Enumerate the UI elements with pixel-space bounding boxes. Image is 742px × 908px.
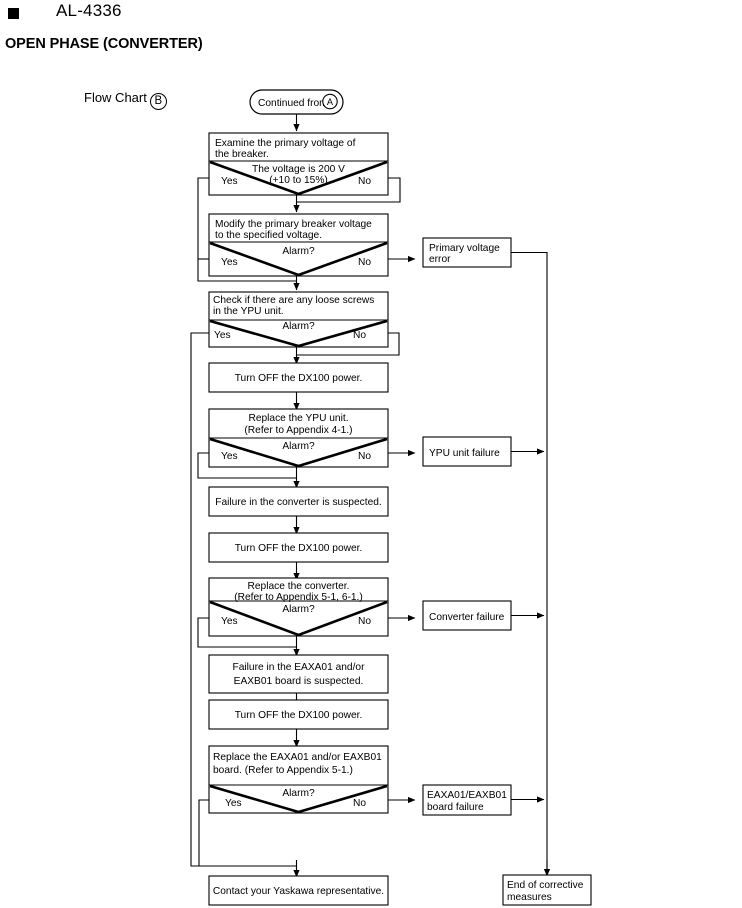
node-5-text-line-1: Replace the YPU unit. xyxy=(248,413,348,424)
end-of-corrective-measures: End of corrective measures xyxy=(502,874,592,906)
node-5-condition: Alarm? xyxy=(282,441,315,452)
result-2-text: YPU unit failure xyxy=(429,448,500,459)
node-9-text-line-1: Failure in the EAXA01 and/or xyxy=(233,662,366,673)
node-4-text: Turn OFF the DX100 power. xyxy=(235,373,363,384)
result-primary-voltage-error: Primary voltage error xyxy=(422,237,512,268)
node-9-text-line-2: EAXB01 board is suspected. xyxy=(234,676,364,687)
node-turn-off-power-2: Turn OFF the DX100 power. xyxy=(208,532,389,563)
node-turn-off-power-1: Turn OFF the DX100 power. xyxy=(208,362,389,393)
node-8-yes-label: Yes xyxy=(221,616,238,627)
node-11-condition: Alarm? xyxy=(282,788,315,799)
node-11-text-line-2: board. (Refer to Appendix 5-1.) xyxy=(213,765,353,776)
node-3-yes-label: Yes xyxy=(214,330,231,341)
node-3-condition: Alarm? xyxy=(282,321,315,332)
node-7-text: Turn OFF the DX100 power. xyxy=(235,543,363,554)
result-converter-failure: Converter failure xyxy=(422,600,512,631)
node-11-no-label: No xyxy=(353,798,366,809)
node-5-yes-label: Yes xyxy=(221,451,238,462)
result-1-line-1: Primary voltage xyxy=(429,243,500,254)
node-1-condition-line-1: The voltage is 200 V xyxy=(252,164,345,175)
node-8-no-label: No xyxy=(358,616,371,627)
node-12-text: Contact your Yaskawa representative. xyxy=(213,886,384,897)
node-1-text-line-2: the breaker. xyxy=(215,149,269,160)
flowchart-canvas: Continued from A Examine the primary vol… xyxy=(190,89,592,906)
node-8-text-line-2: (Refer to Appendix 5-1, 6-1.) xyxy=(234,592,363,603)
node-board-failure-suspected: Failure in the EAXA01 and/or EAXB01 boar… xyxy=(208,654,389,694)
node-2-text-line-1: Modify the primary breaker voltage xyxy=(215,219,372,230)
result-3-text: Converter failure xyxy=(429,612,505,623)
node-examine-primary-voltage: Examine the primary voltage of the break… xyxy=(208,132,389,196)
node-5-no-label: No xyxy=(358,451,371,462)
node-modify-breaker-voltage: Modify the primary breaker voltage to th… xyxy=(208,213,389,277)
node-1-text-line-1: Examine the primary voltage of xyxy=(215,138,356,149)
node-1-yes-label: Yes xyxy=(221,176,238,187)
node-10-text: Turn OFF the DX100 power. xyxy=(235,710,363,721)
node-6-text: Failure in the converter is suspected. xyxy=(215,497,381,508)
node-contact-representative: Contact your Yaskawa representative. xyxy=(208,875,389,906)
node-3-no-label: No xyxy=(353,330,366,341)
node-8-condition: Alarm? xyxy=(282,604,315,615)
connector-result-bus xyxy=(511,251,548,872)
node-converter-failure-suspected: Failure in the converter is suspected. xyxy=(208,486,389,517)
result-4-line-1: EAXA01/EAXB01 xyxy=(427,790,507,801)
end-line-2: measures xyxy=(507,892,552,903)
node-replace-converter: Replace the converter. (Refer to Appendi… xyxy=(208,577,389,637)
node-1-no-label: No xyxy=(358,176,371,187)
node-replace-ypu-unit: Replace the YPU unit. (Refer to Appendix… xyxy=(208,408,389,468)
node-11-yes-label: Yes xyxy=(225,798,242,809)
node-11-text-line-1: Replace the EAXA01 and/or EAXB01 xyxy=(213,752,382,763)
node-2-no-label: No xyxy=(358,257,371,268)
node-turn-off-power-3: Turn OFF the DX100 power. xyxy=(208,699,389,730)
node-3-text-line-1: Check if there are any loose screws xyxy=(213,295,374,306)
node-3-text-line-2: in the YPU unit. xyxy=(213,306,284,317)
result-ypu-unit-failure: YPU unit failure xyxy=(422,436,512,467)
node-check-loose-screws: Check if there are any loose screws in t… xyxy=(208,291,389,348)
node-2-condition: Alarm? xyxy=(282,246,315,257)
node-5-text-line-2: (Refer to Appendix 4-1.) xyxy=(244,425,352,436)
result-1-line-2: error xyxy=(429,254,451,265)
node-2-yes-label: Yes xyxy=(221,257,238,268)
end-line-1: End of corrective xyxy=(507,880,584,891)
node-8-text-line-1: Replace the converter. xyxy=(248,581,350,592)
node-2-text-line-2: to the specified voltage. xyxy=(215,230,322,241)
entry-terminator: Continued from A xyxy=(249,89,344,115)
entry-label: Continued from xyxy=(258,98,328,109)
node-1-condition-line-2: (+10 to 15%) xyxy=(269,175,328,186)
entry-ref-badge: A xyxy=(327,97,334,107)
flowchart-page: AL-4336 OPEN PHASE (CONVERTER) Flow Char… xyxy=(0,0,742,908)
node-replace-board: Replace the EAXA01 and/or EAXB01 board. … xyxy=(208,745,389,814)
result-board-failure: EAXA01/EAXB01 board failure xyxy=(422,784,512,816)
result-4-line-2: board failure xyxy=(427,802,484,813)
